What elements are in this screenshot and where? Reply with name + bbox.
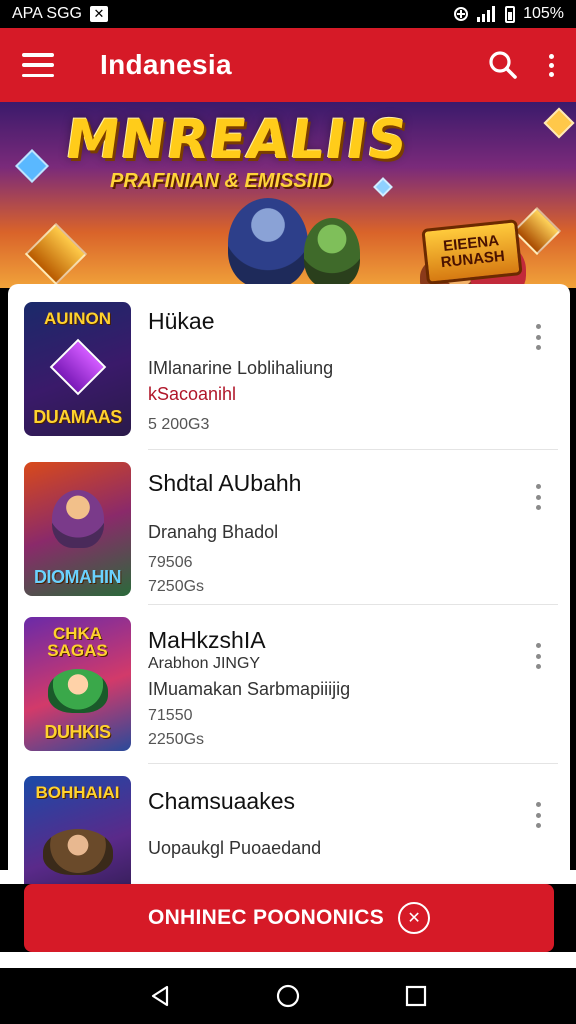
item-title: Hükae [148,308,215,334]
game-thumbnail: BOHHAIAI [24,776,131,884]
game-thumbnail: CHKA SAGAS DUHKIS [24,617,131,751]
item-stat: 71550 [148,707,193,724]
hero-character [47,668,108,713]
banner-badge: EIEENA RUNASH [421,219,523,285]
list-item[interactable]: CHKA SAGAS DUHKIS MaHkzshIA Arabhon JING… [8,605,570,759]
hero-character [304,218,360,288]
item-stat: 79506 [148,554,193,571]
item-description: IMlanarine Loblihaliung [148,358,334,378]
hero-character [42,828,113,875]
system-nav-bar [0,968,576,1024]
gem-decoration [373,177,393,197]
search-icon [489,51,517,79]
banner-subtitle: PRAFINIAN & EMISSIID [110,170,333,192]
item-more-button[interactable] [528,320,548,354]
search-button[interactable] [483,45,523,85]
thumbnail-label: DUAMAAS [33,407,122,427]
gem-decoration [24,222,88,286]
gem-decoration [543,107,575,139]
status-left-text: APA SGG [12,5,82,22]
item-title: Shdtal AUbahh [148,470,302,496]
item-description: Dranahg Bhadol [148,522,279,542]
thumbnail-title: BOHHAIAI [35,783,120,802]
item-description: IMuamakan Sarbmapiiijig [148,679,351,699]
game-thumbnail: DIOMAHIN [24,462,131,596]
game-list: AUINON DUAMAAS Hükae IMlanarine Loblihal… [8,284,570,884]
item-title: Chamsuaakes [148,788,296,814]
item-more-button[interactable] [528,639,548,673]
item-stat: 2250Gs [148,731,205,748]
hero-character [228,198,308,288]
close-circle-icon: ✕ [398,902,431,934]
home-button[interactable] [268,976,308,1016]
app-bar: Indanesia [0,28,576,102]
back-button[interactable] [140,976,180,1016]
thumbnail-label: DIOMAHIN [34,567,122,587]
app-title: Indanesia [100,49,232,80]
home-circle-icon [276,984,300,1008]
item-title: MaHkzshIA [148,627,266,653]
list-item[interactable]: AUINON DUAMAAS Hükae IMlanarine Loblihal… [8,284,570,438]
battery-percent: 105% [523,5,564,22]
status-bar: APA SGG ✕ 105% [0,0,576,28]
data-saver-icon [454,7,469,21]
item-more-button[interactable] [528,480,548,514]
gem-icon [49,338,106,396]
status-right: 105% [453,5,564,23]
thumbnail-title: AUINON [43,309,112,328]
primary-action-button[interactable]: ONHINEC POONONICS ✕ [24,884,554,952]
more-vert-icon[interactable] [549,53,554,77]
thumbnail-label: DUHKIS [44,722,111,742]
primary-action-label: ONHINEC POONONICS [147,906,385,929]
promo-banner[interactable]: MNREALIIS PRAFINIAN & EMISSIID EIEENA RU… [0,102,576,288]
thumbnail-title: CHKA SAGAS [47,624,108,660]
battery-icon [505,5,516,23]
banner-title: MNREALIIS [61,108,413,171]
hamburger-icon[interactable] [22,53,54,77]
item-developer: kSacoanihl [148,384,237,404]
gem-decoration [15,149,49,183]
recents-square-icon [405,985,427,1007]
list-item[interactable]: DIOMAHIN Shdtal AUbahh Dranahg Bhadol 79… [8,450,570,604]
item-stat: 5 200G3 [148,416,210,433]
item-developer: Arabhon JINGY [148,655,261,672]
back-triangle-icon [151,985,169,1007]
list-item[interactable]: BOHHAIAI Chamsuaakes Uopaukgl Puoaedand [8,764,570,884]
hero-character [51,489,104,548]
gem-decoration [512,206,562,256]
content-background [0,952,576,968]
status-left: APA SGG ✕ [12,5,108,23]
recents-button[interactable] [396,976,436,1016]
game-thumbnail: AUINON DUAMAAS [24,302,131,436]
item-description: Uopaukgl Puoaedand [148,838,322,858]
item-stat: 7250Gs [148,578,205,595]
signal-icon [477,6,497,22]
item-more-button[interactable] [528,798,548,832]
x-box-icon: ✕ [89,6,108,22]
